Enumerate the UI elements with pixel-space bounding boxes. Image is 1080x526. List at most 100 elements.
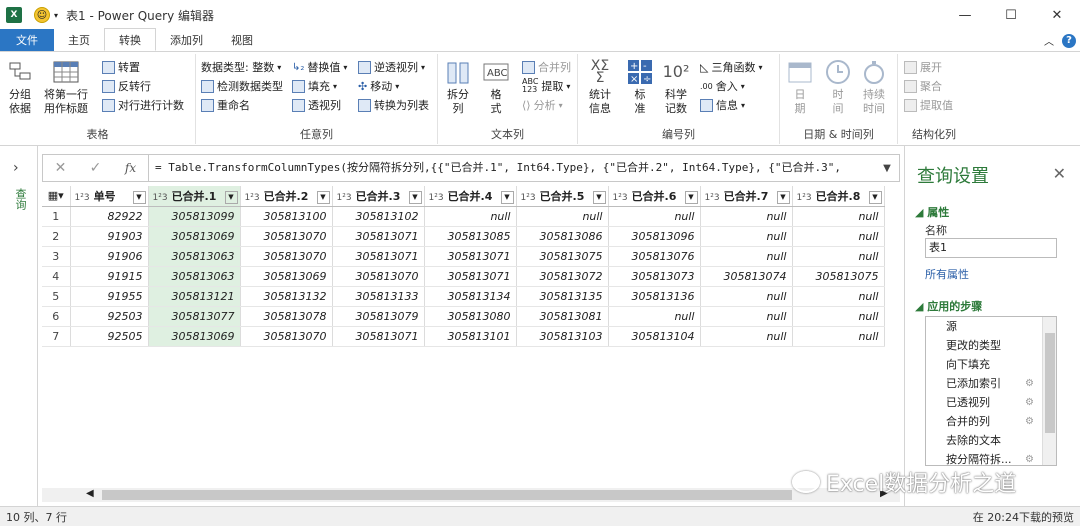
table-cell[interactable]: 92503 [70, 306, 149, 327]
minimize-button[interactable]: — [942, 0, 988, 30]
filter-dropdown-icon[interactable]: ▼ [408, 190, 422, 204]
table-cell[interactable]: 305813121 [148, 286, 241, 307]
table-row[interactable]: 6 92503 305813077 305813078 305813079 3058130… [42, 306, 885, 327]
integer-type-icon[interactable]: 1²3 [429, 193, 444, 203]
table-cell[interactable]: 305813072 [516, 266, 609, 287]
table-cell[interactable]: 305813075 [792, 266, 885, 287]
statistics-button[interactable]: XΣ Σ 统计 信息 [586, 58, 614, 116]
row-number[interactable]: 5 [42, 286, 71, 307]
horizontal-scrollbar[interactable]: ◀ ▶ [42, 488, 900, 502]
column-header-8[interactable]: 1²3 已合并.8 ▼ [792, 186, 885, 207]
tab-add-column[interactable]: 添加列 [156, 29, 217, 51]
trigonometry-button[interactable]: ◺ 三角函数 ▾ [700, 58, 762, 76]
table-cell[interactable]: 305813070 [240, 326, 333, 347]
fill-button[interactable]: 填充 ▾ [292, 77, 337, 95]
table-cell[interactable]: 305813133 [332, 286, 425, 307]
reverse-rows-button[interactable]: 反转行 [102, 77, 151, 95]
quick-access-dropdown-icon[interactable]: ▾ [54, 11, 58, 20]
merge-columns-button[interactable]: 合并列 [522, 58, 571, 76]
table-cell[interactable]: 305813134 [424, 286, 517, 307]
horizontal-scroll-thumb[interactable] [102, 490, 792, 500]
standard-button[interactable]: + - × ÷ 标 准 [626, 58, 654, 116]
table-cell[interactable]: 305813080 [424, 306, 517, 327]
table-cell[interactable]: 305813063 [148, 266, 241, 287]
table-cell[interactable]: 305813071 [332, 246, 425, 267]
table-cell[interactable]: null [700, 286, 793, 307]
table-cell[interactable]: 82922 [70, 206, 149, 227]
confirm-formula-icon[interactable]: ✓ [78, 160, 113, 176]
table-cell[interactable]: 305813075 [516, 246, 609, 267]
table-cell[interactable]: 305813079 [332, 306, 425, 327]
integer-type-icon[interactable]: 1²3 [245, 193, 260, 203]
rename-button[interactable]: 重命名 [201, 96, 250, 114]
row-number[interactable]: 2 [42, 226, 71, 247]
table-cell[interactable]: 305813071 [424, 246, 517, 267]
table-cell[interactable]: null [608, 206, 701, 227]
properties-section[interactable]: ◢ 属性 [915, 204, 949, 220]
table-cell[interactable]: 305813101 [424, 326, 517, 347]
table-row[interactable]: 5 91955 305813121 305813132 305813133 3058131… [42, 286, 885, 307]
table-cell[interactable]: null [700, 326, 793, 347]
integer-type-icon[interactable]: 1²3 [75, 193, 90, 203]
applied-step[interactable]: 更改的类型 [926, 336, 1056, 355]
table-cell[interactable]: null [424, 206, 517, 227]
parse-button[interactable]: ⟨⟩ 分析 ▾ [522, 96, 563, 114]
first-row-header-button[interactable]: 将第一行 用作标题 [44, 58, 88, 116]
table-cell[interactable]: null [700, 206, 793, 227]
scientific-button[interactable]: 10² 科学 记数 [662, 58, 690, 116]
table-cell[interactable]: 305813069 [148, 226, 241, 247]
table-row[interactable]: 2 91903 305813069 305813070 305813071 3058130… [42, 226, 885, 247]
column-header-6[interactable]: 1²3 已合并.6 ▼ [608, 186, 701, 207]
information-button[interactable]: 信息 ▾ [700, 96, 745, 114]
applied-step[interactable]: 合并的列 ⚙ [926, 412, 1056, 431]
aggregate-button[interactable]: 聚合 [904, 77, 942, 95]
collapse-ribbon-icon[interactable]: ︿ [1044, 33, 1054, 48]
table-cell[interactable]: 92505 [70, 326, 149, 347]
time-button[interactable]: 时 间 [824, 58, 852, 116]
filter-dropdown-icon[interactable]: ▼ [132, 190, 146, 204]
table-cell[interactable]: 305813136 [608, 286, 701, 307]
count-rows-button[interactable]: 对行进行计数 [102, 96, 184, 114]
expand-button[interactable]: 展开 [904, 58, 942, 76]
table-cell[interactable]: 305813103 [516, 326, 609, 347]
applied-step[interactable]: 向下填充 [926, 355, 1056, 374]
extract-values-button[interactable]: 提取值 [904, 96, 953, 114]
format-button[interactable]: ABC 格 式 [482, 58, 510, 116]
table-cell[interactable]: null [792, 206, 885, 227]
table-row[interactable]: 4 91915 305813063 305813069 305813070 3058130… [42, 266, 885, 287]
query-name-field[interactable]: 表1 [925, 238, 1057, 258]
table-cell[interactable]: 305813070 [332, 266, 425, 287]
split-column-button[interactable]: 拆分 列 [444, 58, 472, 116]
table-cell[interactable]: 305813063 [148, 246, 241, 267]
smiley-feedback-icon[interactable]: ☺ [34, 7, 50, 23]
table-row[interactable]: 1 82922 305813099 305813100 305813102 null nul… [42, 206, 885, 227]
filter-dropdown-icon[interactable]: ▼ [592, 190, 606, 204]
table-cell[interactable]: 91955 [70, 286, 149, 307]
steps-scroll-thumb[interactable] [1045, 333, 1055, 433]
maximize-button[interactable]: ☐ [988, 0, 1034, 30]
unpivot-columns-button[interactable]: 逆透视列 ▾ [358, 58, 425, 76]
detect-type-button[interactable]: 检测数据类型 [201, 77, 283, 95]
table-cell[interactable]: 305813069 [240, 266, 333, 287]
extract-button[interactable]: ABC 123 提取 ▾ [522, 77, 570, 95]
move-button[interactable]: ✣ 移动 ▾ [358, 77, 399, 95]
table-cell[interactable]: null [792, 326, 885, 347]
table-cell[interactable]: 305813077 [148, 306, 241, 327]
table-cell[interactable]: null [700, 226, 793, 247]
filter-dropdown-icon[interactable]: ▼ [868, 190, 882, 204]
integer-type-icon[interactable]: 1²3 [797, 193, 812, 203]
fx-icon[interactable]: fx [113, 161, 148, 175]
date-button[interactable]: 日 期 [786, 58, 814, 116]
table-cell[interactable]: 305813070 [240, 226, 333, 247]
column-header-2[interactable]: 1²3 已合并.2 ▼ [240, 186, 333, 207]
table-cell[interactable]: 305813071 [332, 226, 425, 247]
table-cell[interactable]: null [792, 226, 885, 247]
close-icon[interactable]: ✕ [1053, 164, 1066, 183]
replace-values-button[interactable]: ↳₂ 替换值 ▾ [292, 58, 347, 76]
table-cell[interactable]: 305813076 [608, 246, 701, 267]
duration-button[interactable]: 持续 时间 [860, 58, 888, 116]
integer-type-icon[interactable]: 1²3 [613, 193, 628, 203]
table-row[interactable]: 7 92505 305813069 305813070 305813071 3058131… [42, 326, 885, 347]
queries-label[interactable]: 查询 [12, 188, 28, 210]
table-cell[interactable]: null [700, 306, 793, 327]
